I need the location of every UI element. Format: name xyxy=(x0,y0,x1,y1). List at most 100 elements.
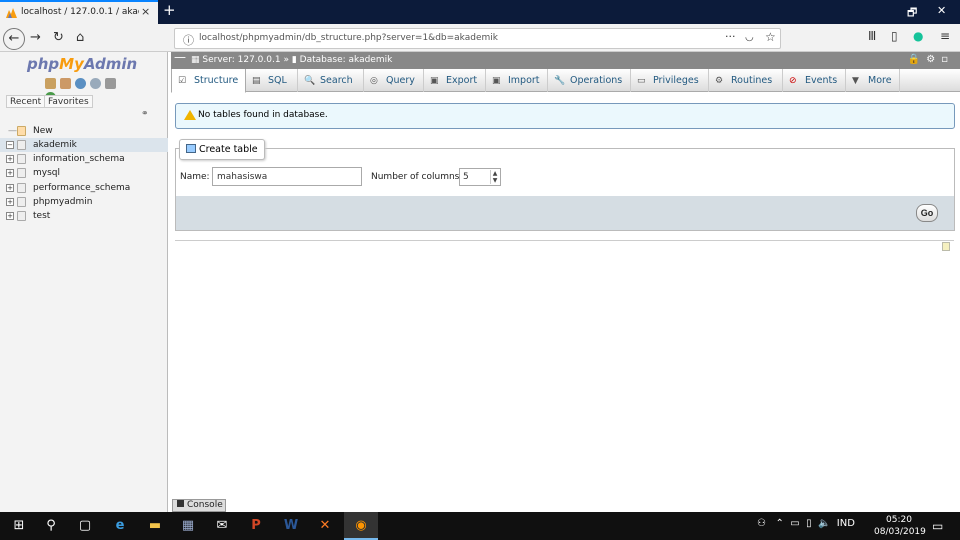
reload-icon[interactable]: ↻ xyxy=(53,30,64,45)
tab-privileges[interactable]: ▭ Privileges xyxy=(631,69,709,92)
page-actions-icon[interactable]: ··· xyxy=(725,30,736,43)
tab-query[interactable]: ◎ Query xyxy=(364,69,424,92)
expand-icon[interactable]: + xyxy=(6,184,14,192)
xampp-icon[interactable]: ✕ xyxy=(315,517,335,535)
columns-value: 5 xyxy=(463,172,469,182)
mail-icon[interactable]: ✉ xyxy=(212,517,232,535)
tab-label: Export xyxy=(446,75,478,86)
search-icon[interactable]: ⚲ xyxy=(42,517,60,535)
tab-label: Privileges xyxy=(653,75,699,86)
tree-item-new[interactable]: — New xyxy=(0,124,168,138)
home-icon[interactable]: ⌂ xyxy=(76,30,84,45)
powerpoint-icon[interactable]: P xyxy=(246,517,266,535)
browser-nav-bar: ← → ↻ ⌂ ⓘ localhost/phpmyadmin/db_struct… xyxy=(0,24,960,52)
file-explorer-icon[interactable]: ▬ xyxy=(145,517,165,535)
battery-icon[interactable]: ▯ xyxy=(806,518,812,529)
database-icon xyxy=(17,183,26,193)
word-icon[interactable]: W xyxy=(281,517,301,535)
volume-icon[interactable]: 🔈 xyxy=(818,518,830,529)
tab-sql[interactable]: ▤ SQL xyxy=(246,69,298,92)
collapse-panel-icon[interactable]: — xyxy=(174,50,186,64)
tab-more[interactable]: ▼ More xyxy=(846,69,900,92)
tab-structure[interactable]: ☑ Structure xyxy=(171,69,246,93)
tab-routines[interactable]: ⚙ Routines xyxy=(709,69,783,92)
collapse-icon[interactable]: − xyxy=(6,141,14,149)
close-tab-icon[interactable]: × xyxy=(141,5,150,18)
create-table-icon xyxy=(186,144,196,153)
close-icon[interactable]: ✕ xyxy=(937,4,946,17)
recent-tab[interactable]: Recent xyxy=(6,95,46,108)
tree-item-akademik[interactable]: − akademik xyxy=(0,138,168,152)
tab-operations[interactable]: 🔧 Operations xyxy=(548,69,631,92)
sidebar-icon[interactable]: ▯ xyxy=(891,29,898,43)
forward-icon[interactable]: → xyxy=(30,30,41,45)
logo-admin: Admin xyxy=(83,55,138,73)
breadcrumb-database[interactable]: Database: akademik xyxy=(300,55,393,65)
logout-icon[interactable] xyxy=(59,78,71,89)
stepper-arrows-icon[interactable]: ▲ ▼ xyxy=(490,170,499,184)
expand-icon[interactable]: + xyxy=(6,169,14,177)
tree-item-phpmyadmin[interactable]: + phpmyadmin xyxy=(0,195,168,209)
windows-start-icon[interactable]: ⊞ xyxy=(10,517,28,535)
new-tab-button[interactable]: + xyxy=(163,1,176,19)
lock-icon[interactable]: 🔒 xyxy=(908,54,926,65)
columns-label: Number of columns: xyxy=(371,172,463,182)
logo-php: php xyxy=(27,55,60,73)
home-icon[interactable] xyxy=(45,78,56,89)
tab-import[interactable]: ▣ Import xyxy=(486,69,548,92)
edge-icon[interactable]: e xyxy=(110,517,130,535)
tree-item-performance-schema[interactable]: + performance_schema xyxy=(0,181,168,195)
tab-label: Routines xyxy=(731,75,773,86)
favorites-tab[interactable]: Favorites xyxy=(44,95,93,108)
back-icon[interactable]: ← xyxy=(3,28,25,50)
phpmyadmin-logo[interactable]: phpMyAdmin xyxy=(27,55,137,73)
library-icon[interactable]: Ⅲ xyxy=(868,29,876,43)
url-bar[interactable]: ⓘ localhost/phpmyadmin/db_structure.php?… xyxy=(174,28,781,49)
table-name-input[interactable] xyxy=(212,167,362,186)
link-with-main-panel-icon[interactable]: ⚭ xyxy=(141,109,149,119)
bookmark-star-icon[interactable]: ☆ xyxy=(765,30,776,44)
grammarly-icon[interactable]: ● xyxy=(913,29,923,43)
search-icon: 🔍 xyxy=(304,76,316,86)
export-icon: ▣ xyxy=(430,76,439,86)
clock[interactable]: 05:20 08/03/2019 xyxy=(874,514,926,538)
notifications-icon[interactable]: ▭ xyxy=(932,519,943,533)
store-icon[interactable]: ▦ xyxy=(178,517,198,535)
menu-icon[interactable]: ≡ xyxy=(940,29,950,43)
browser-tab[interactable]: localhost / 127.0.0.1 / akademik × xyxy=(0,0,158,24)
tab-label: More xyxy=(868,75,892,86)
page-notes-icon[interactable] xyxy=(942,242,950,251)
tree-item-information-schema[interactable]: + information_schema xyxy=(0,152,168,166)
go-button[interactable]: Go xyxy=(916,204,938,222)
tree-item-mysql[interactable]: + mysql xyxy=(0,166,168,180)
settings-icon[interactable] xyxy=(104,78,116,89)
create-table-title: Create table xyxy=(199,144,258,155)
task-view-icon[interactable]: ▢ xyxy=(76,517,94,535)
events-icon: ⊘ xyxy=(789,76,797,86)
firefox-icon[interactable]: ◉ xyxy=(344,512,378,540)
expand-icon[interactable]: + xyxy=(6,198,14,206)
warning-icon xyxy=(184,110,196,120)
docs-icon[interactable] xyxy=(89,78,101,89)
breadcrumb-server[interactable]: Server: 127.0.0.1 xyxy=(202,55,280,65)
tree-item-test[interactable]: + test xyxy=(0,209,168,223)
pocket-icon[interactable]: ◡ xyxy=(745,32,754,43)
settings-icon[interactable]: ⚙ xyxy=(926,54,941,65)
language-indicator[interactable]: IND xyxy=(837,518,855,529)
restore-icon[interactable]: 🗗 xyxy=(907,4,917,23)
tab-export[interactable]: ▣ Export xyxy=(424,69,486,92)
console-toggle[interactable]: Console xyxy=(172,499,226,512)
network-icon[interactable]: ▭ xyxy=(790,518,799,529)
help-icon[interactable] xyxy=(74,78,86,89)
tab-search[interactable]: 🔍 Search xyxy=(298,69,364,92)
people-icon[interactable]: ⚇ xyxy=(757,518,766,529)
tab-events[interactable]: ⊘ Events xyxy=(783,69,846,92)
info-icon[interactable]: ⓘ xyxy=(183,32,194,48)
collapse-icon[interactable]: ▫ xyxy=(941,54,954,65)
expand-icon[interactable]: + xyxy=(6,212,14,220)
expand-icon[interactable]: + xyxy=(6,155,14,163)
database-icon xyxy=(17,197,26,207)
show-hidden-icons-icon[interactable]: ⌃ xyxy=(776,518,784,529)
tab-label: Structure xyxy=(194,75,239,86)
columns-stepper[interactable]: 5 ▲ ▼ xyxy=(459,168,501,186)
